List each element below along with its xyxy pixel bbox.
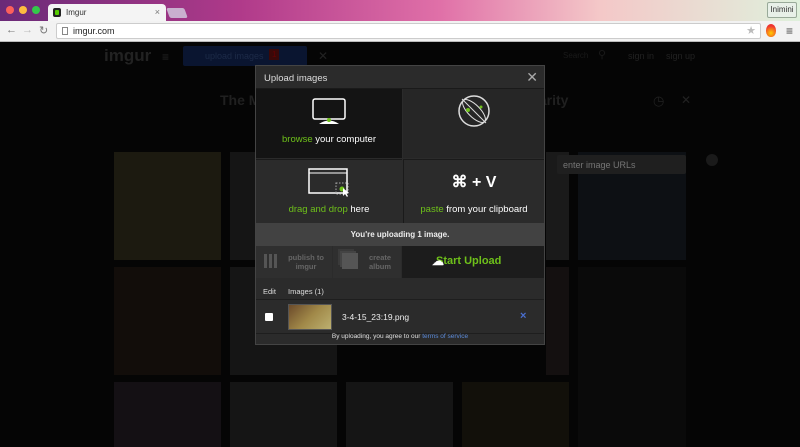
- dialog-title: Upload images: [256, 66, 544, 89]
- gallery-tile[interactable]: [346, 382, 453, 447]
- upload-count-badge: 1: [269, 49, 280, 60]
- gallery-tile[interactable]: [462, 382, 569, 447]
- start-upload-label: Start Upload: [436, 255, 502, 267]
- gallery-tile[interactable]: [230, 382, 337, 447]
- image-url-input[interactable]: [557, 155, 686, 174]
- paste-shortcut: ⌘ + V: [451, 174, 497, 191]
- image-urls-option: [403, 89, 686, 174]
- close-tab-icon[interactable]: ×: [155, 7, 160, 17]
- images-column-header: Images (1): [288, 287, 324, 296]
- tab-strip: Imgur × Inimini: [0, 0, 800, 21]
- paste-rest: from your clipboard: [443, 204, 528, 215]
- drag-accent: drag and drop: [288, 204, 348, 215]
- comments-icon[interactable]: [706, 154, 718, 166]
- maximize-window-icon[interactable]: [32, 6, 40, 14]
- cloud-upload-icon: ☁: [432, 254, 444, 268]
- browse-rest: your computer: [312, 134, 376, 145]
- album-stack-icon: [342, 253, 358, 269]
- page-icon: [62, 27, 68, 35]
- paste-accent: paste: [420, 204, 444, 215]
- reload-icon[interactable]: ↻: [39, 24, 48, 37]
- browse-computer-option[interactable]: browse your computer: [256, 89, 402, 158]
- drag-window-icon: [308, 168, 349, 197]
- monitor-icon: [312, 98, 346, 124]
- terms-prefix: By uploading, you agree to our: [331, 333, 423, 340]
- shuffle-icon[interactable]: ✕: [681, 93, 691, 107]
- create-album-toggle[interactable]: create album: [333, 246, 401, 278]
- upload-file-row: 3-4-15_23:19.png ×: [256, 299, 544, 334]
- forward-icon[interactable]: →: [22, 24, 33, 36]
- sign-up-link[interactable]: sign up: [666, 51, 695, 61]
- sign-in-link[interactable]: sign in: [628, 51, 654, 61]
- upload-label: upload images: [205, 51, 264, 61]
- search-icon[interactable]: ⚲: [598, 48, 606, 61]
- globe-link-icon: [457, 95, 490, 127]
- url-text: imgur.com: [73, 26, 115, 36]
- minimize-window-icon[interactable]: [19, 6, 27, 14]
- terms-notice: By uploading, you agree to our terms of …: [256, 333, 544, 340]
- grid-icon: [264, 254, 278, 268]
- random-icon[interactable]: ✕: [318, 49, 328, 63]
- start-upload-button[interactable]: ☁ Start Upload: [402, 246, 544, 278]
- address-bar[interactable]: imgur.com ★: [56, 23, 761, 39]
- gallery-tile[interactable]: [114, 267, 221, 375]
- gallery-tile[interactable]: [114, 152, 221, 260]
- bookmark-star-icon[interactable]: ★: [746, 24, 756, 37]
- profile-button[interactable]: Inimini: [767, 2, 797, 18]
- gallery-tile[interactable]: [546, 267, 569, 375]
- paste-clipboard-option[interactable]: ⌘ + V paste from your clipboard: [403, 159, 544, 223]
- chrome-menu-icon[interactable]: ≡: [786, 24, 793, 38]
- upload-status: You're uploading 1 image.: [256, 223, 544, 246]
- new-tab-button[interactable]: [166, 8, 188, 18]
- tab-title: Imgur: [66, 8, 87, 17]
- menu-icon[interactable]: ≡: [162, 50, 169, 64]
- gallery-tile[interactable]: [114, 382, 221, 447]
- browse-accent: browse: [282, 134, 313, 145]
- gallery-tile[interactable]: [578, 267, 686, 447]
- publish-to-imgur-toggle[interactable]: publish to imgur: [256, 246, 332, 278]
- drag-drop-option[interactable]: drag and drop here: [256, 159, 402, 223]
- close-icon[interactable]: ✕: [526, 69, 538, 86]
- imgur-logo[interactable]: imgur: [104, 46, 151, 66]
- search-input[interactable]: Search: [563, 51, 588, 60]
- upload-images-dialog: Upload images ✕ browse your computer dra…: [255, 65, 686, 345]
- browser-tab[interactable]: Imgur ×: [48, 4, 166, 21]
- edit-column-header: Edit: [263, 287, 276, 296]
- close-window-icon[interactable]: [6, 6, 14, 14]
- create-album-label: create album: [368, 253, 392, 271]
- drag-rest: here: [347, 204, 370, 215]
- remove-file-icon[interactable]: ×: [520, 310, 526, 322]
- publish-label: publish to imgur: [288, 253, 324, 271]
- clock-icon[interactable]: ◷: [653, 93, 664, 109]
- file-select-checkbox[interactable]: [265, 313, 273, 321]
- address-toolbar: ← → ↻ imgur.com ★ ≡: [0, 21, 800, 42]
- extension-fire-icon[interactable]: [766, 24, 776, 37]
- file-name: 3-4-15_23:19.png: [342, 312, 410, 322]
- upload-images-button[interactable]: upload images 1: [183, 46, 307, 66]
- file-thumbnail: [288, 304, 332, 330]
- back-icon[interactable]: ←: [6, 24, 17, 36]
- imgur-favicon-icon: [53, 8, 61, 17]
- terms-of-service-link[interactable]: terms of service: [422, 333, 468, 340]
